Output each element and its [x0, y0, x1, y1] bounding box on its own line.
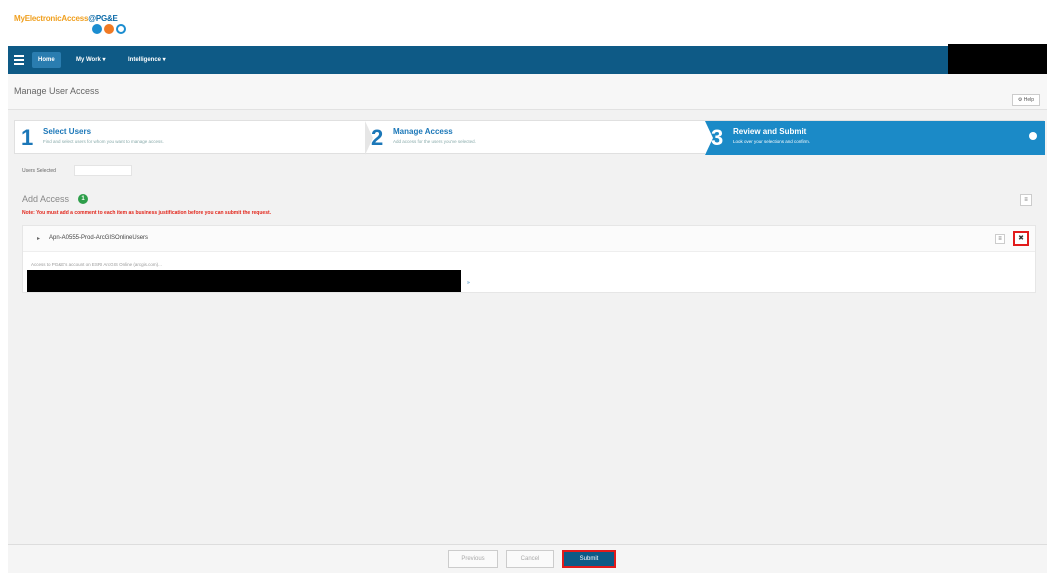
- step-title: Select Users: [43, 127, 92, 136]
- info-icon[interactable]: [1029, 132, 1037, 140]
- top-header: MyElectronicAccess@PG&E: [8, 8, 1047, 46]
- logo[interactable]: MyElectronicAccess@PG&E: [14, 14, 118, 23]
- user-icon: [92, 24, 102, 34]
- access-item-header[interactable]: ▸ Apn-A0555-Prod-ArcGISOnlineUsers ≡ ✖: [23, 226, 1035, 252]
- submit-button[interactable]: Submit: [562, 550, 616, 568]
- nav-intelligence[interactable]: Intelligence ▾: [122, 52, 172, 68]
- redacted-content: [27, 270, 461, 292]
- nav-my-work[interactable]: My Work ▾: [70, 52, 112, 68]
- logo-text-brand: @PG&E: [88, 14, 118, 23]
- flame-icon: [104, 24, 114, 34]
- step-review-submit[interactable]: 3 Review and Submit Look over your selec…: [705, 121, 1045, 155]
- expand-caret-icon[interactable]: ▸: [37, 235, 40, 242]
- step-description: Look over your selections and confirm.: [733, 139, 811, 144]
- step-number: 1: [21, 125, 34, 150]
- access-count-badge: 1: [78, 194, 88, 204]
- menu-icon[interactable]: [14, 55, 24, 65]
- step-manage-access[interactable]: 2 Manage Access Add access for the users…: [365, 121, 705, 155]
- comment-button[interactable]: ≡: [995, 234, 1005, 244]
- logo-text-main: MyElectronicAccess: [14, 14, 89, 23]
- collapse-all-button[interactable]: ≡: [1020, 194, 1032, 206]
- step-separator: [705, 121, 713, 155]
- add-access-title: Add Access: [22, 194, 70, 204]
- redacted-user-area: [948, 44, 1047, 78]
- step-title: Manage Access: [393, 127, 453, 136]
- wizard-steps: 1 Select Users Find and select users for…: [14, 120, 1045, 155]
- previous-button[interactable]: Previous: [448, 550, 498, 568]
- page-header: Manage User Access ⚙ Help: [8, 74, 1047, 110]
- justification-note: Note: You must add a comment to each ite…: [22, 210, 272, 216]
- step-description: Find and select users for whom you want …: [43, 139, 164, 144]
- more-link[interactable]: »: [467, 280, 470, 286]
- globe-icon: [116, 24, 126, 34]
- nav-home[interactable]: Home: [32, 52, 61, 68]
- users-selected-field[interactable]: [74, 165, 132, 176]
- logo-icons: [92, 24, 126, 34]
- action-footer: Previous Cancel Submit: [8, 544, 1047, 573]
- access-item-name: Apn-A0555-Prod-ArcGISOnlineUsers: [49, 235, 149, 241]
- main-nav: Home My Work ▾ Intelligence ▾: [8, 46, 948, 74]
- step-number: 2: [371, 125, 384, 150]
- access-item-description: Access to PG&E's account on ESRI ArcGIS …: [31, 262, 162, 267]
- users-selected-label: Users Selected: [22, 168, 56, 174]
- remove-item-button[interactable]: ✖: [1013, 231, 1029, 246]
- help-button[interactable]: ⚙ Help: [1012, 94, 1040, 106]
- access-item-card: ▸ Apn-A0555-Prod-ArcGISOnlineUsers ≡ ✖ A…: [22, 225, 1036, 293]
- page-title: Manage User Access: [14, 86, 100, 96]
- cancel-button[interactable]: Cancel: [506, 550, 554, 568]
- app-frame: MyElectronicAccess@PG&E Home My Work ▾ I…: [8, 8, 1047, 573]
- step-select-users[interactable]: 1 Select Users Find and select users for…: [15, 121, 365, 155]
- step-description: Add access for the users you've selected…: [393, 139, 476, 144]
- step-title: Review and Submit: [733, 127, 807, 136]
